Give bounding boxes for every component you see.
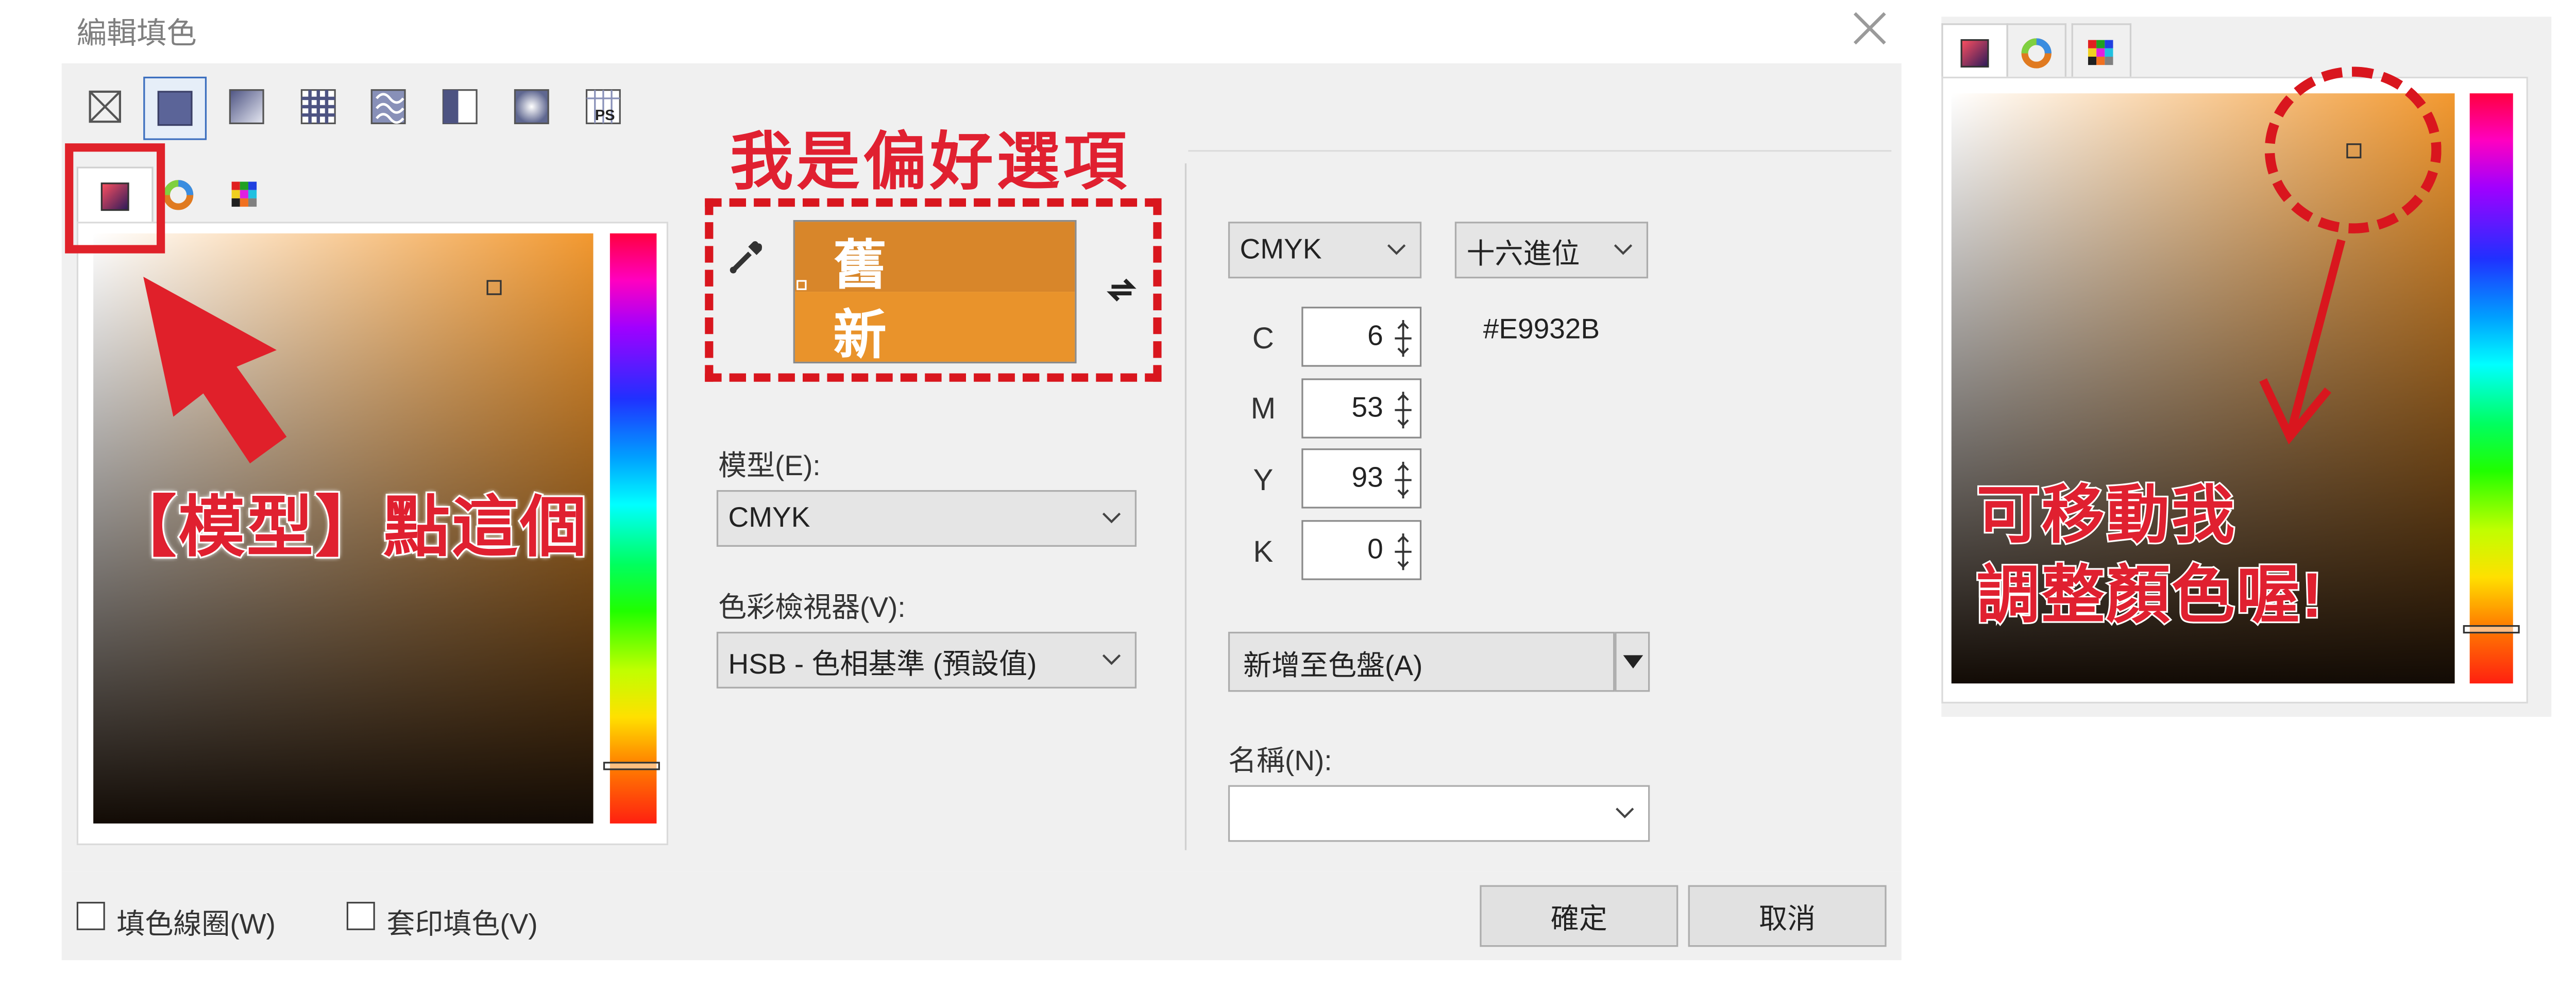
cyan-value: 6 (1367, 320, 1383, 352)
chevron-down-icon (1102, 512, 1121, 524)
viewer-select[interactable]: HSB - 色相基準 (預設值) (716, 631, 1137, 689)
spinner-icon[interactable] (1392, 390, 1415, 430)
swap-colors-icon[interactable] (1103, 272, 1140, 308)
add-to-palette-button[interactable]: 新增至色盤(A) (1228, 631, 1615, 692)
wireframe-checkbox[interactable] (76, 901, 105, 930)
annotation-pointer-arrow-icon (2259, 239, 2346, 445)
annotation-move-tip-line1: 可移動我 (1975, 480, 2236, 553)
values-model-select[interactable]: CMYK (1228, 222, 1422, 279)
spinner-icon[interactable] (1392, 318, 1415, 359)
color-picker-marker[interactable] (486, 280, 502, 295)
new-color-label: 新 (833, 305, 887, 365)
annotation-highlight-frame (65, 143, 165, 254)
hex-format-value: 十六進位 (1466, 237, 1580, 270)
magenta-label: M (1250, 392, 1276, 425)
two-color-pattern-icon[interactable] (438, 85, 482, 128)
zoom-color-viewers-tab[interactable] (1941, 23, 2008, 80)
toolbar-separator (1188, 150, 1892, 152)
hex-value[interactable]: #E9932B (1483, 313, 1600, 347)
yellow-field[interactable]: 93 (1301, 448, 1422, 509)
spinner-icon[interactable] (1392, 532, 1415, 572)
spinner-icon[interactable] (1392, 460, 1415, 500)
zoom-color-harmonies-tab[interactable] (2006, 23, 2066, 80)
black-label: K (1253, 535, 1274, 568)
svg-text:PS: PS (595, 107, 615, 124)
texture-fill-icon[interactable] (510, 85, 553, 128)
annotation-move-tip-line2: 調整顏色喔! (1975, 560, 2325, 633)
old-color-label: 舊 (833, 235, 887, 295)
yellow-label: Y (1253, 463, 1274, 497)
name-label: 名稱(N): (1228, 745, 1332, 777)
cyan-label: C (1252, 322, 1274, 355)
chevron-down-icon (1387, 244, 1406, 255)
fountain-fill-icon[interactable] (225, 85, 268, 128)
wireframe-label: 填色線圈(W) (116, 908, 276, 941)
hue-slider[interactable] (609, 233, 657, 824)
overprint-checkbox[interactable] (346, 901, 375, 930)
black-field[interactable]: 0 (1301, 520, 1422, 580)
zoom-hue-slider-handle[interactable] (2463, 625, 2520, 634)
annotation-arrow-icon (143, 276, 287, 464)
hue-slider-handle[interactable] (603, 762, 660, 770)
name-field[interactable] (1228, 785, 1650, 842)
uniform-fill-icon[interactable] (143, 76, 207, 140)
model-label: 模型(E): (718, 450, 821, 482)
annotation-dashed-circle (2264, 66, 2442, 233)
add-to-palette-label: 新增至色盤(A) (1243, 649, 1423, 681)
chevron-down-icon (1614, 244, 1633, 255)
swatch-marker (796, 280, 807, 290)
model-select-value: CMYK (728, 501, 810, 534)
annotation-preferences-tip: 我是偏好選項 (730, 128, 1130, 198)
viewer-select-value: HSB - 色相基準 (預設值) (728, 647, 1037, 680)
cancel-button[interactable]: 取消 (1688, 885, 1887, 947)
add-to-palette-dropdown[interactable] (1615, 631, 1650, 692)
annotation-model-tip: 【模型】點這個 (108, 490, 588, 567)
postscript-fill-icon[interactable]: PS (582, 85, 625, 128)
bitmap-pattern-icon[interactable] (367, 85, 410, 128)
magenta-value: 53 (1351, 392, 1383, 424)
chevron-down-icon (1616, 808, 1634, 818)
model-select[interactable]: CMYK (716, 490, 1137, 547)
chevron-down-icon (1102, 654, 1121, 665)
ok-button[interactable]: 確定 (1480, 885, 1679, 947)
hex-format-select[interactable]: 十六進位 (1454, 222, 1649, 279)
zoom-hue-slider[interactable] (2469, 93, 2513, 684)
viewer-label: 色彩檢視器(V): (718, 592, 906, 624)
close-icon[interactable] (1850, 10, 1890, 46)
values-model-value: CMYK (1240, 233, 1322, 265)
eyedropper-icon[interactable] (726, 237, 767, 277)
cyan-field[interactable]: 6 (1301, 307, 1422, 367)
color-palettes-tab[interactable] (215, 166, 275, 223)
no-fill-icon[interactable] (83, 85, 127, 128)
triangle-down-icon (1622, 655, 1642, 669)
overprint-label: 套印填色(V) (386, 908, 538, 941)
panel-divider (1184, 163, 1187, 850)
zoom-color-palettes-tab[interactable] (2071, 23, 2132, 80)
yellow-value: 93 (1351, 461, 1383, 494)
black-value: 0 (1367, 533, 1383, 565)
dialog-title: 編輯填色 (76, 16, 197, 51)
vector-pattern-icon[interactable] (297, 85, 340, 128)
magenta-field[interactable]: 53 (1301, 378, 1422, 439)
